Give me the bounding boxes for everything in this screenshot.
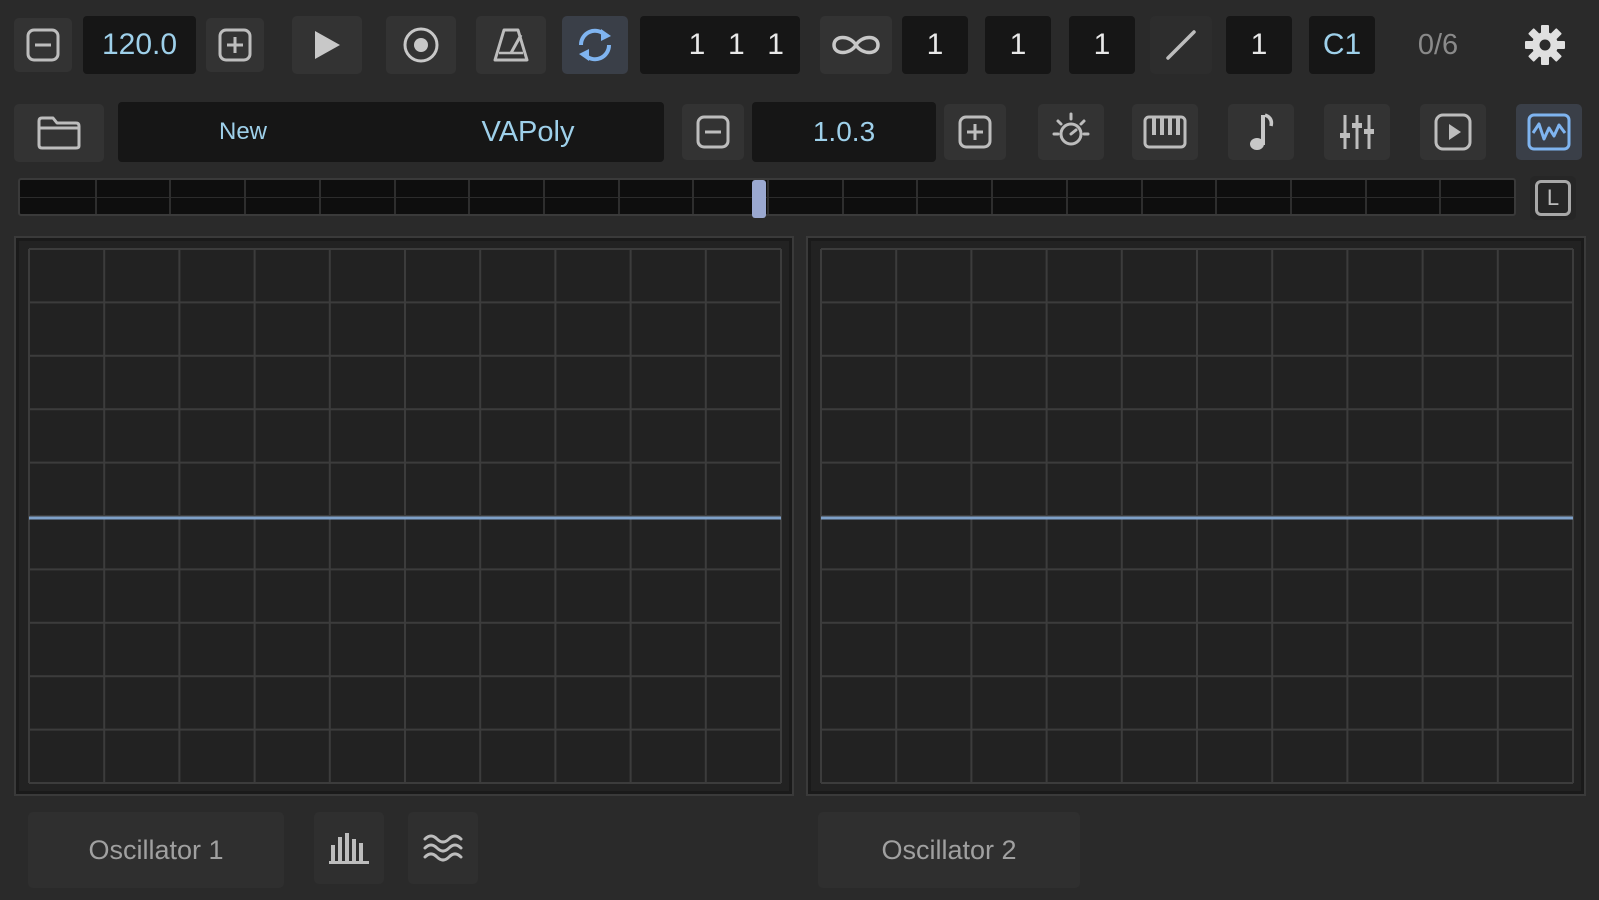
oscillator-1-tab[interactable]: Oscillator 1 [28, 812, 284, 888]
preset-name: New [218, 118, 267, 145]
strip-tick [1141, 180, 1143, 214]
strip-tick [1215, 180, 1217, 214]
plus-square-icon [958, 115, 992, 149]
effects-button[interactable] [1038, 104, 1104, 160]
division-field[interactable]: 1 [1069, 16, 1135, 74]
waves-icon [423, 834, 463, 862]
position-handle[interactable] [752, 180, 766, 218]
scope-grid-right [820, 248, 1574, 784]
slash-button[interactable] [1150, 16, 1212, 74]
strip-tick [244, 180, 246, 214]
strip-tick [1066, 180, 1068, 214]
strip-tick [1365, 180, 1367, 214]
strip-tick [767, 180, 769, 214]
tempo-decrease-button[interactable] [14, 18, 72, 72]
octave-field[interactable]: 1 [1226, 16, 1292, 74]
denominator-field[interactable]: 1 [985, 16, 1051, 74]
play-icon [315, 31, 340, 59]
minus-square-icon [696, 115, 730, 149]
oscilloscope-button[interactable] [1516, 104, 1582, 160]
spectrum-button[interactable] [314, 812, 384, 884]
strip-tick [842, 180, 844, 214]
strip-tick [169, 180, 171, 214]
loop-icon [578, 28, 612, 62]
loop-button[interactable] [562, 16, 628, 74]
strip-tick [468, 180, 470, 214]
settings-button[interactable] [1512, 16, 1578, 74]
strip-tick [618, 180, 620, 214]
waves-button[interactable] [408, 812, 478, 884]
voice-count: 0/6 [1417, 28, 1459, 61]
waveform-icon [1527, 113, 1571, 151]
open-folder-button[interactable] [14, 104, 104, 162]
record-button[interactable] [386, 16, 456, 74]
note-button[interactable] [1228, 104, 1294, 160]
version-decrease-button[interactable] [682, 104, 744, 160]
keyboard-button[interactable] [1132, 104, 1198, 160]
spectrum-bars-icon [329, 833, 369, 864]
oscilloscope-left [14, 236, 794, 796]
strip-tick [95, 180, 97, 214]
player-button[interactable] [1420, 104, 1486, 160]
position-display[interactable]: 1 1 1 [640, 16, 800, 74]
strip-tick [319, 180, 321, 214]
preset-selector[interactable]: New VAPoly [118, 102, 664, 162]
mixer-sliders-icon [1340, 115, 1374, 149]
version-increase-button[interactable] [944, 104, 1006, 160]
metronome-button[interactable] [476, 16, 546, 74]
scope-grid-left [28, 248, 782, 784]
folder-icon [37, 116, 81, 150]
piano-keys-icon [1143, 115, 1187, 149]
minus-square-icon [26, 28, 60, 62]
lock-label-box: L [1535, 180, 1571, 216]
lock-button[interactable]: L [1530, 176, 1576, 220]
tempo-display[interactable]: 120.0 [83, 16, 196, 74]
oscilloscope-right [806, 236, 1586, 796]
plus-square-icon [218, 28, 252, 62]
sun-icon [1052, 112, 1090, 146]
numerator-field[interactable]: 1 [902, 16, 968, 74]
key-display[interactable]: C1 [1309, 16, 1375, 74]
gear-icon [1525, 25, 1565, 65]
slash-icon [1166, 30, 1196, 60]
song-position-bar[interactable] [18, 178, 1516, 218]
lock-label: L [1546, 185, 1560, 210]
strip-tick [394, 180, 396, 214]
record-icon [403, 27, 439, 63]
strip-tick [1290, 180, 1292, 214]
play-button[interactable] [292, 16, 362, 74]
infinite-loop-button[interactable] [820, 16, 892, 74]
metronome-icon [493, 28, 529, 62]
oscillator-2-tab[interactable]: Oscillator 2 [818, 812, 1080, 888]
mixer-button[interactable] [1324, 104, 1390, 160]
instrument-name: VAPoly [481, 115, 575, 148]
strip-tick [991, 180, 993, 214]
play-square-icon [1434, 113, 1472, 151]
strip-tick [1439, 180, 1441, 214]
tempo-increase-button[interactable] [206, 18, 264, 72]
strip-tick [916, 180, 918, 214]
music-note-icon [1250, 113, 1274, 150]
version-display[interactable]: 1.0.3 [752, 102, 936, 162]
strip-tick [692, 180, 694, 214]
strip-tick [543, 180, 545, 214]
infinity-icon [832, 35, 880, 55]
